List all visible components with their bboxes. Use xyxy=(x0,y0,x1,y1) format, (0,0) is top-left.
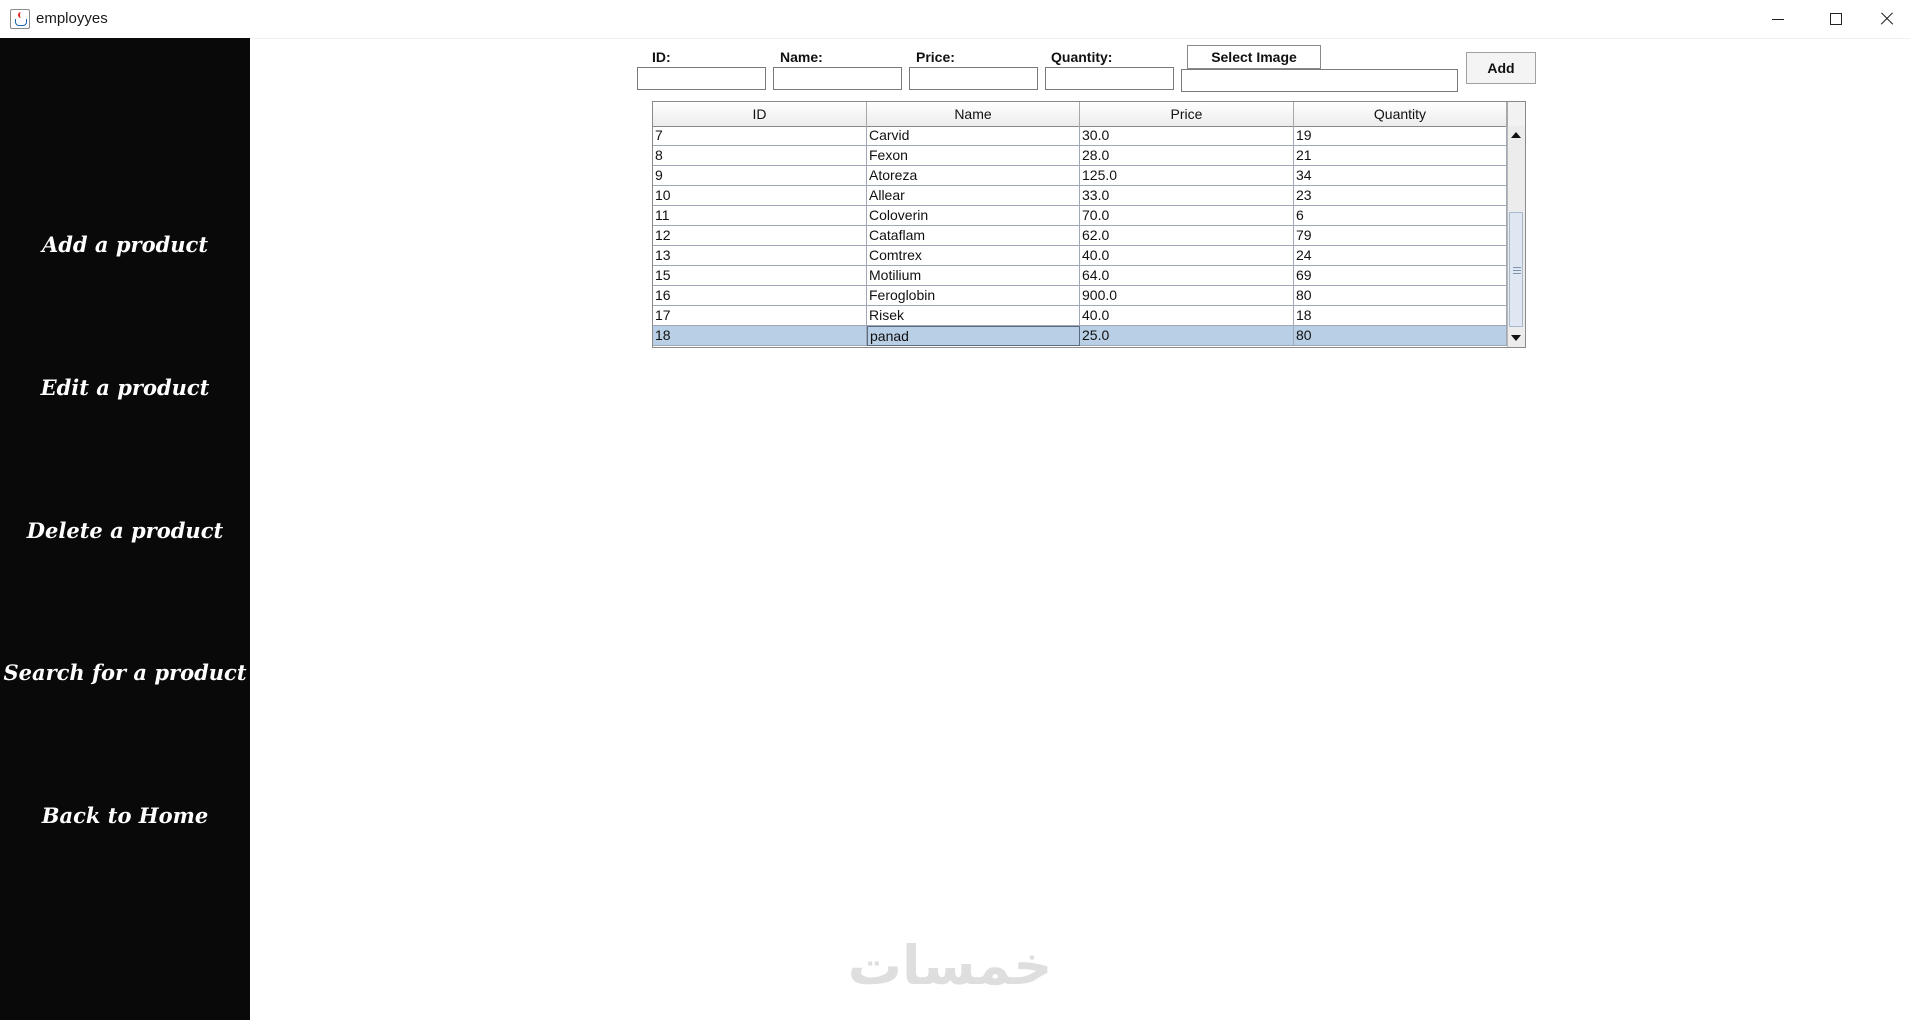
name-cell[interactable]: Risek xyxy=(867,306,1080,326)
price-cell[interactable]: 62.0 xyxy=(1080,226,1294,246)
quantity-cell[interactable]: 6 xyxy=(1294,206,1507,226)
column-header-quantity[interactable]: Quantity xyxy=(1294,102,1507,126)
id-cell[interactable]: 16 xyxy=(653,286,867,306)
id-cell[interactable]: 13 xyxy=(653,246,867,266)
price-cell[interactable]: 30.0 xyxy=(1080,126,1294,146)
price-cell[interactable]: 40.0 xyxy=(1080,246,1294,266)
price-cell[interactable]: 25.0 xyxy=(1080,326,1294,346)
table-row[interactable]: 9 Atoreza 125.0 34 xyxy=(653,166,1507,186)
price-cell[interactable]: 64.0 xyxy=(1080,266,1294,286)
column-header-price[interactable]: Price xyxy=(1080,102,1294,126)
quantity-cell[interactable]: 80 xyxy=(1294,286,1507,306)
name-cell[interactable]: Comtrex xyxy=(867,246,1080,266)
scroll-down-arrow-icon[interactable] xyxy=(1511,335,1521,341)
java-app-icon xyxy=(10,9,30,29)
select-image-button[interactable]: Select Image xyxy=(1187,45,1321,69)
id-cell[interactable]: 15 xyxy=(653,266,867,286)
grip-icon xyxy=(1513,267,1521,268)
name-cell[interactable]: Fexon xyxy=(867,146,1080,166)
quantity-cell[interactable]: 21 xyxy=(1294,146,1507,166)
sidebar-item-back-home[interactable]: Back to Home xyxy=(0,803,250,828)
name-cell[interactable]: Carvid xyxy=(867,126,1080,146)
id-cell[interactable]: 17 xyxy=(653,306,867,326)
quantity-cell[interactable]: 34 xyxy=(1294,166,1507,186)
table-row[interactable]: 18 panad 25.0 80 xyxy=(653,326,1507,346)
name-field[interactable] xyxy=(773,67,902,90)
sidebar-item-search-product[interactable]: Search for a product xyxy=(0,660,250,685)
quantity-label: Quantity: xyxy=(1051,49,1113,65)
name-cell[interactable]: Coloverin xyxy=(867,206,1080,226)
price-cell[interactable]: 70.0 xyxy=(1080,206,1294,226)
price-cell[interactable]: 40.0 xyxy=(1080,306,1294,326)
price-cell[interactable]: 125.0 xyxy=(1080,166,1294,186)
price-cell[interactable]: 900.0 xyxy=(1080,286,1294,306)
name-label: Name: xyxy=(780,49,823,65)
id-cell[interactable]: 12 xyxy=(653,226,867,246)
sidebar-item-edit-product[interactable]: Edit a product xyxy=(0,375,250,400)
name-cell[interactable]: Allear xyxy=(867,186,1080,206)
price-cell[interactable]: 28.0 xyxy=(1080,146,1294,166)
id-field[interactable] xyxy=(637,67,766,90)
table-row[interactable]: 7 Carvid 30.0 19 xyxy=(653,126,1507,146)
sidebar-item-delete-product[interactable]: Delete a product xyxy=(0,518,250,543)
scroll-up-arrow-icon[interactable] xyxy=(1511,132,1521,138)
watermark-logo: خمسات xyxy=(847,934,1053,997)
close-icon[interactable] xyxy=(1864,0,1910,38)
quantity-field[interactable] xyxy=(1045,67,1174,90)
name-cell[interactable]: panad xyxy=(867,326,1080,346)
quantity-cell[interactable]: 24 xyxy=(1294,246,1507,266)
minimize-icon[interactable] xyxy=(1748,0,1806,38)
id-cell[interactable]: 11 xyxy=(653,206,867,226)
table-row[interactable]: 13 Comtrex 40.0 24 xyxy=(653,246,1507,266)
quantity-cell[interactable]: 79 xyxy=(1294,226,1507,246)
vertical-scrollbar[interactable] xyxy=(1507,126,1525,347)
id-cell[interactable]: 9 xyxy=(653,166,867,186)
id-cell[interactable]: 10 xyxy=(653,186,867,206)
name-cell[interactable]: Feroglobin xyxy=(867,286,1080,306)
column-header-id[interactable]: ID xyxy=(653,102,867,126)
column-header-name[interactable]: Name xyxy=(867,102,1080,126)
id-cell[interactable]: 18 xyxy=(653,326,867,346)
name-cell[interactable]: Cataflam xyxy=(867,226,1080,246)
table-row[interactable]: 16 Feroglobin 900.0 80 xyxy=(653,286,1507,306)
name-cell[interactable]: Atoreza xyxy=(867,166,1080,186)
window-title: employyes xyxy=(36,10,108,27)
quantity-cell[interactable]: 23 xyxy=(1294,186,1507,206)
price-cell[interactable]: 33.0 xyxy=(1080,186,1294,206)
table-header: ID Name Price Quantity xyxy=(653,102,1507,127)
table-row[interactable]: 10 Allear 33.0 23 xyxy=(653,186,1507,206)
table-row[interactable]: 11 Coloverin 70.0 6 xyxy=(653,206,1507,226)
title-bar: employyes xyxy=(0,0,1910,39)
table-row[interactable]: 17 Risek 40.0 18 xyxy=(653,306,1507,326)
products-table[interactable]: ID Name Price Quantity 7 Carvid 30.0 19 8 Fex… xyxy=(652,101,1526,348)
price-field[interactable] xyxy=(909,67,1038,90)
quantity-cell[interactable]: 19 xyxy=(1294,126,1507,146)
quantity-cell[interactable]: 69 xyxy=(1294,266,1507,286)
id-cell[interactable]: 7 xyxy=(653,126,867,146)
scrollbar-corner xyxy=(1507,102,1525,126)
quantity-cell[interactable]: 80 xyxy=(1294,326,1507,346)
id-cell[interactable]: 8 xyxy=(653,146,867,166)
id-label: ID: xyxy=(652,49,671,65)
table-row[interactable]: 15 Motilium 64.0 69 xyxy=(653,266,1507,286)
add-button[interactable]: Add xyxy=(1466,52,1536,84)
name-cell[interactable]: Motilium xyxy=(867,266,1080,286)
image-path-field[interactable] xyxy=(1181,69,1458,92)
scrollbar-thumb[interactable] xyxy=(1509,212,1523,327)
table-row[interactable]: 12 Cataflam 62.0 79 xyxy=(653,226,1507,246)
maximize-icon[interactable] xyxy=(1806,0,1864,38)
table-row[interactable]: 8 Fexon 28.0 21 xyxy=(653,146,1507,166)
table-body: 7 Carvid 30.0 19 8 Fexon 28.0 21 9 Atoreza 125.0 34… xyxy=(653,126,1507,346)
sidebar: Add a product Edit a product Delete a pr… xyxy=(0,38,250,1020)
price-label: Price: xyxy=(916,49,955,65)
quantity-cell[interactable]: 18 xyxy=(1294,306,1507,326)
sidebar-item-add-product[interactable]: Add a product xyxy=(0,232,250,257)
